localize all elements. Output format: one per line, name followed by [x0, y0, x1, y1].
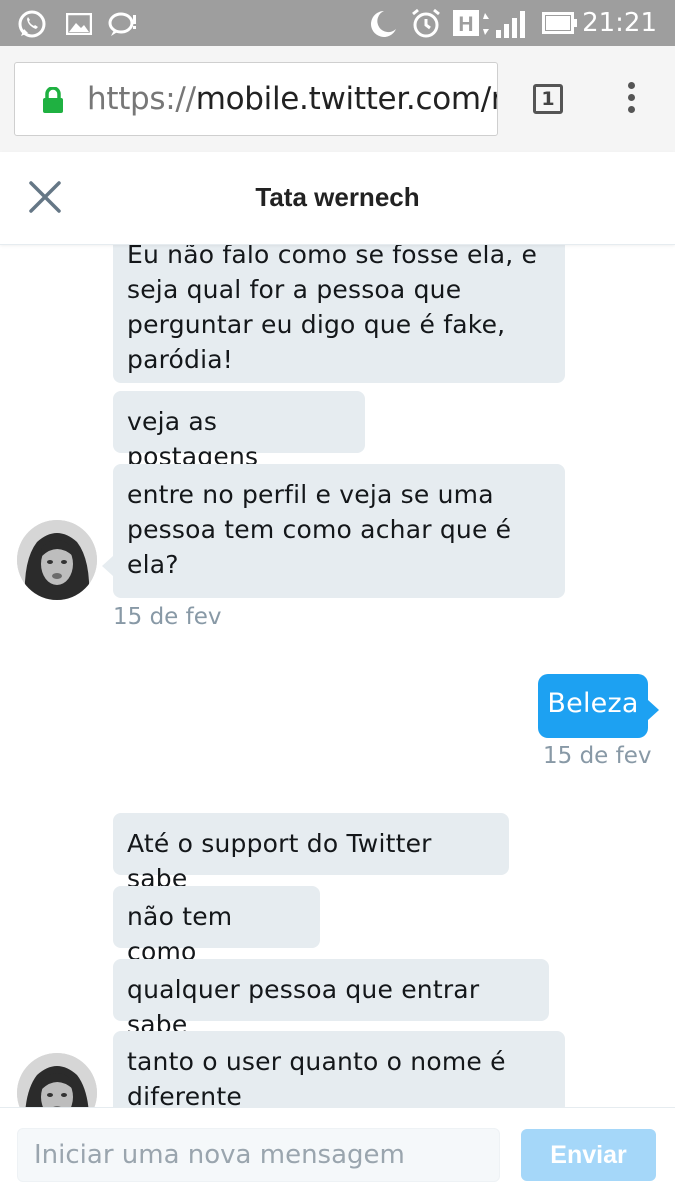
network-type-icon: H	[453, 10, 479, 41]
network-type-label: H	[458, 13, 473, 36]
message-text: tanto o user quanto o nome é diferente	[127, 1047, 506, 1107]
message-timestamp: 15 de fev	[543, 743, 652, 769]
url-bar[interactable]: https://mobile.twitter.com/m	[14, 62, 498, 136]
gallery-icon	[65, 12, 93, 40]
message-input[interactable]	[17, 1128, 500, 1182]
message-text: entre no perfil e veja se uma pessoa tem…	[127, 480, 512, 579]
message-composer: Enviar	[0, 1107, 675, 1201]
message-bubble: qualquer pessoa que entrar sabe	[113, 959, 549, 1039]
alarm-icon	[410, 7, 442, 44]
message-bubble: entre no perfil e veja se uma pessoa tem…	[102, 464, 565, 598]
message-bubble-sent: Beleza	[538, 674, 659, 738]
message-bubble: Eu não falo como se fosse ela, e seja qu…	[113, 245, 565, 383]
message-text: veja as postagens	[127, 407, 259, 471]
message-text: não tem como	[127, 902, 233, 966]
status-bar: H 21:21	[0, 0, 675, 46]
lock-icon	[41, 86, 65, 118]
message-text: Beleza	[547, 688, 639, 719]
conversation-header: Tata wernech	[0, 152, 675, 245]
conversation-title: Tata wernech	[255, 182, 420, 212]
message-bubble: tanto o user quanto o nome é diferente	[113, 1031, 565, 1107]
tab-switcher-button[interactable]: 1	[533, 84, 563, 114]
moon-icon	[366, 9, 398, 44]
url-text[interactable]: https://mobile.twitter.com/m	[87, 81, 498, 117]
message-text: qualquer pessoa que entrar sabe	[127, 975, 480, 1039]
message-bubble: Até o support do Twitter sabe	[113, 813, 509, 893]
message-list[interactable]: Eu não falo como se fosse ela, e seja qu…	[0, 245, 675, 1107]
message-text: Até o support do Twitter sabe	[127, 829, 432, 893]
avatar[interactable]	[17, 1053, 97, 1107]
message-timestamp: 15 de fev	[113, 604, 222, 630]
browser-toolbar: https://mobile.twitter.com/m 1	[0, 46, 675, 153]
clock-time: 21:21	[582, 8, 657, 38]
signal-icon	[482, 10, 530, 43]
avatar[interactable]	[17, 520, 97, 600]
message-bubble: veja as postagens	[113, 391, 365, 471]
battery-icon	[542, 12, 578, 39]
whatsapp-icon	[17, 9, 47, 44]
messenger-icon	[108, 11, 138, 42]
message-bubble: não tem como	[113, 886, 320, 966]
url-scheme: https://	[87, 81, 196, 117]
overflow-menu-icon[interactable]	[620, 82, 642, 118]
message-text: Eu não falo como se fosse ela, e seja qu…	[127, 245, 538, 374]
send-button[interactable]: Enviar	[521, 1129, 656, 1181]
tab-count: 1	[541, 88, 555, 110]
url-host: mobile.twitter.com/m	[195, 81, 498, 117]
